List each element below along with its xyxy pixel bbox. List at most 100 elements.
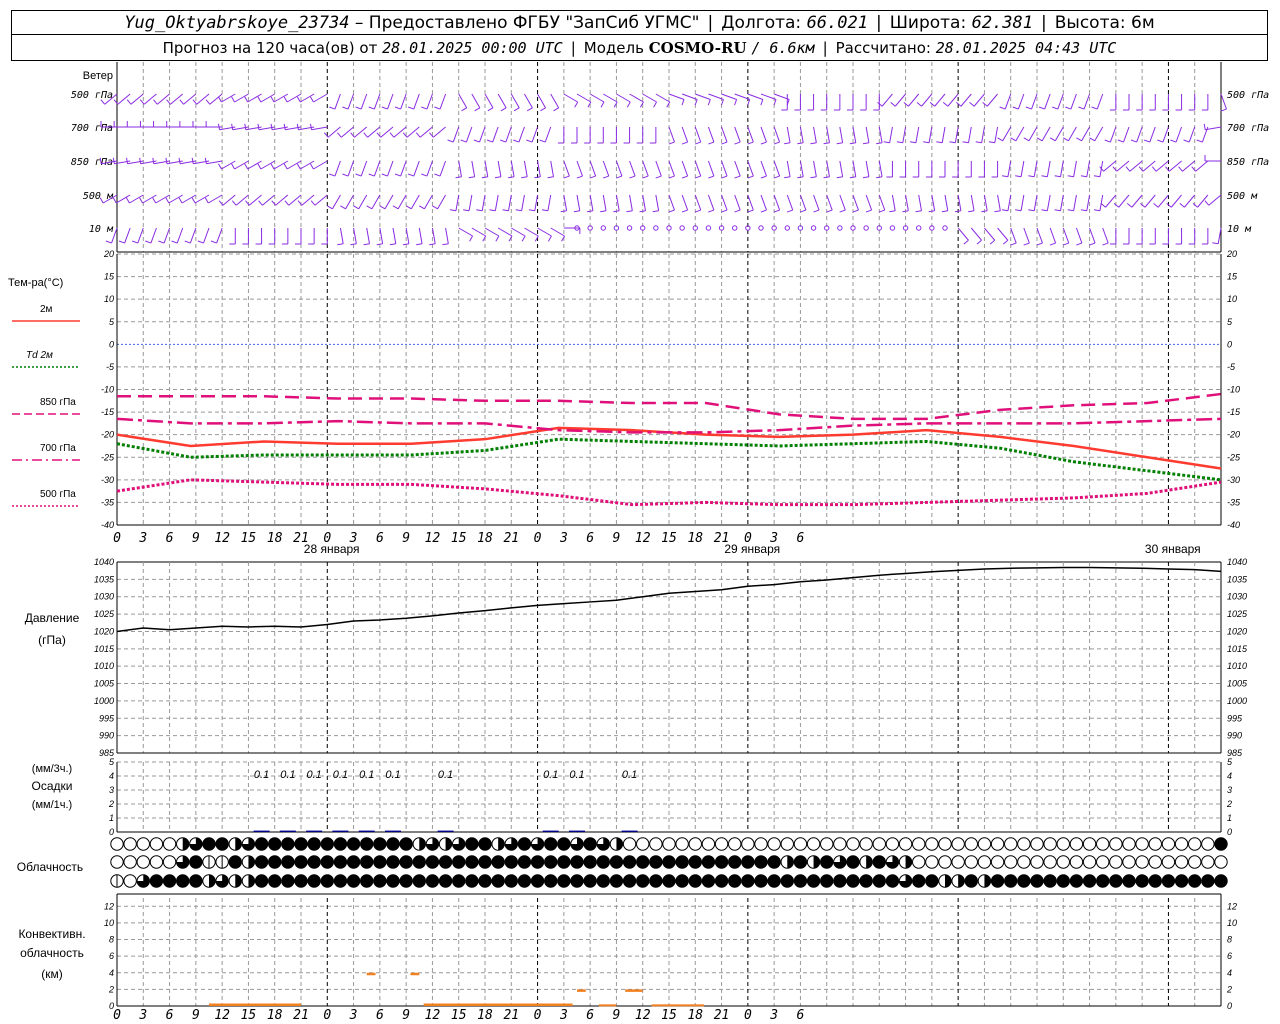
wind-barb-flag [852,209,859,213]
wind-barb [203,227,210,244]
temp-ytick-left: 15 [104,272,115,282]
cloud-cover-symbol [636,874,650,888]
wind-barb-flag [734,99,738,106]
wind-barb-flag [773,209,780,213]
wind-barb [471,227,486,237]
wind-barb-flag [500,139,506,143]
cloud-cover-symbol [281,855,295,869]
wind-barb [163,227,171,244]
wind-level-label-left: 500 м [83,191,114,202]
wind-barb [371,194,381,210]
wind-barb [708,93,724,100]
cloud-cover-symbol [846,855,860,869]
wind-barb [426,93,433,110]
precip-bar [385,830,401,832]
wind-barb-flag [486,139,493,143]
wind-barb [1109,126,1117,143]
wind-barb [286,93,302,103]
wind-barb [331,194,341,210]
wind-barb [760,93,777,100]
wind-barb [773,160,781,177]
wind-barb-flag [784,142,791,145]
wind-barb-flag [118,240,125,244]
wind-barb [947,93,959,107]
cloud-cover-symbol [622,855,637,869]
wind-barb-flag [534,176,541,179]
wind-barb [970,227,982,241]
wind-barb-flag [652,210,659,213]
wind-barb-flag [629,175,636,179]
cloud-cover-symbol [123,837,137,851]
cloud-cover-symbol [754,874,768,888]
wind-barb-flag [1038,106,1045,110]
wind-barb-flag [1054,175,1061,178]
wind-barb [681,126,689,143]
wind-barb [1073,160,1077,177]
cloud-cover-symbol [806,874,821,888]
wind-barb-flag [521,176,528,179]
cloud-cover-symbol [977,837,992,851]
conv-xtick: 12 [425,1008,441,1023]
cloud-cover-symbol [1148,874,1162,888]
wind-barb-flag [487,107,494,112]
wind-barb-flag [309,96,314,103]
cloud-cover-symbol [898,837,913,851]
wind-barb-flag [326,205,333,210]
cloud-cover-symbol [333,837,348,851]
cloud-cover-symbol [307,874,321,888]
temp-xtick: 12 [635,531,651,546]
wind-barb [286,160,302,170]
wind-barb-flag [434,106,441,110]
cloud-cover-symbol [688,855,702,869]
wind-barb [234,93,249,103]
wind-barb [839,160,844,177]
conv-unit: (км) [41,967,63,981]
temp-xtick: 6 [376,531,384,546]
wind-barb-flag [1102,242,1109,246]
conv-xtick: 15 [451,1008,467,1023]
conv-title2: облачность [20,946,84,960]
cloud-cover-symbol [820,855,834,869]
cloud-cover-symbol [281,837,295,851]
wind-barb-flag [1178,166,1183,172]
wind-barb [360,93,368,110]
wind-barb-flag [1076,242,1083,246]
cloud-cover-symbol [254,874,269,888]
cloud-cover-symbol [780,837,794,851]
wind-barb-flag [626,210,633,213]
cloud-cover-symbol [714,837,729,851]
wind-barb [589,93,605,103]
cloud-cover-symbol [189,874,203,888]
cloud-cover-symbol [465,855,479,869]
wind-barb [747,93,764,100]
wind-barb [994,126,999,143]
wind-barb [1184,194,1196,208]
conv-xtick: 0 [744,1008,752,1023]
cloud-cover-symbol [583,837,597,851]
wind-barb [1157,194,1169,208]
cloud-cover-symbol [741,855,755,869]
wind-barb [576,93,592,103]
wind-barb-flag [576,175,583,179]
wind-barb-flag [217,123,221,130]
wind-barb [1015,126,1025,142]
precip-bar [279,830,296,832]
wind-level-label-right: 10 м [1227,224,1252,235]
conv-ytick-left: 2 [108,984,114,994]
cloud-cover-symbol [754,855,768,869]
cloud-cover-symbol [925,837,939,851]
wind-barb-flag [734,209,741,213]
cloud-cover-symbol [964,855,978,869]
wind-barb-flag [402,243,410,246]
wind-barb [413,160,420,177]
cloud-cover-symbol [1069,837,1084,851]
cloud-cover-symbol [110,855,124,869]
wind-barb [155,194,170,204]
cloud-cover-symbol [360,837,374,851]
wind-barb [786,126,791,143]
cloud-cover-symbol [1188,874,1202,888]
cloud-cover-symbol [202,837,216,851]
wind-barb [668,126,675,143]
conv-ytick-right: 6 [1227,951,1232,961]
wind-barb-flag [376,243,383,246]
